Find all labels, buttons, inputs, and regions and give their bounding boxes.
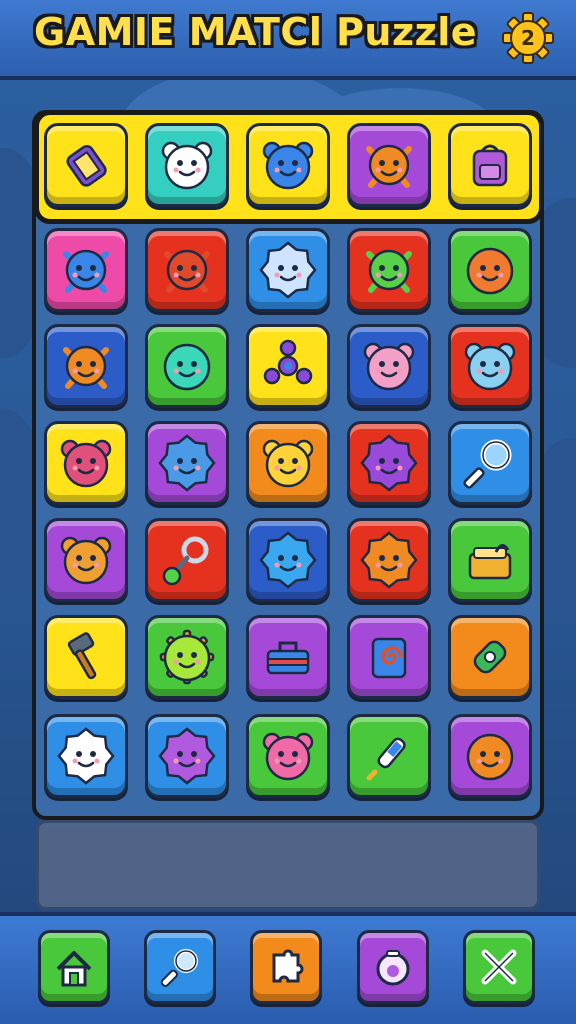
tile[interactable] <box>347 714 431 798</box>
tile[interactable] <box>44 518 128 602</box>
tile[interactable] <box>448 714 532 798</box>
tile[interactable] <box>145 421 229 505</box>
puzzle-icon <box>272 949 304 983</box>
pink-ball-icon <box>262 732 314 781</box>
tile[interactable] <box>246 518 330 602</box>
mushroom-icon <box>60 439 112 488</box>
hammer-icon <box>67 632 97 680</box>
tools-icon <box>481 949 517 985</box>
blue-sun-icon <box>259 531 317 589</box>
tile[interactable] <box>246 123 330 207</box>
green-bug-icon <box>366 249 412 293</box>
hamster-icon <box>161 141 213 190</box>
tile[interactable] <box>246 228 330 312</box>
pink-blob-icon <box>363 342 415 391</box>
blue-bug-icon <box>63 249 109 293</box>
spiky-blue-icon <box>158 434 216 492</box>
blue-cat-icon <box>262 141 314 190</box>
search-button[interactable] <box>144 930 216 1004</box>
tile[interactable] <box>44 123 128 207</box>
orange-lollipop-icon <box>63 345 109 389</box>
yellow-blob-icon <box>262 439 314 488</box>
tile[interactable] <box>44 421 128 505</box>
tile[interactable] <box>246 714 330 798</box>
book-icon <box>468 544 512 580</box>
magnifier-icon <box>463 439 512 489</box>
orange-sun-icon <box>360 531 418 589</box>
fidget-spinner-icon <box>263 339 313 385</box>
tile[interactable] <box>448 518 532 602</box>
tile[interactable] <box>448 421 532 505</box>
collection-tray <box>36 820 540 910</box>
lantern-icon <box>66 144 107 187</box>
home-button[interactable] <box>38 930 110 1004</box>
puzzle-button[interactable] <box>250 930 322 1004</box>
tile[interactable] <box>448 228 532 312</box>
bottom-nav-bar <box>0 912 576 1024</box>
spiral-box-icon <box>371 637 407 679</box>
white-flower-icon <box>57 727 115 785</box>
bottle-icon <box>473 640 507 674</box>
tile[interactable] <box>145 518 229 602</box>
home-icon <box>56 951 92 987</box>
octopus-icon <box>164 249 210 293</box>
magnifier-icon <box>160 949 198 987</box>
blue-bear-icon <box>464 342 516 391</box>
tile[interactable] <box>44 228 128 312</box>
tile[interactable] <box>145 228 229 312</box>
tools-button[interactable] <box>463 930 535 1004</box>
purple-flower-icon <box>158 727 216 785</box>
tile[interactable] <box>44 714 128 798</box>
tile[interactable] <box>44 324 128 408</box>
tile[interactable] <box>145 123 229 207</box>
tile[interactable] <box>347 421 431 505</box>
tile[interactable] <box>145 714 229 798</box>
tile[interactable] <box>347 518 431 602</box>
fluffball-icon <box>259 241 317 299</box>
top-header: GAMIE MATCl Puzzle 2 <box>0 0 576 80</box>
tile[interactable] <box>246 421 330 505</box>
tile[interactable] <box>44 615 128 699</box>
fish-bowl-icon <box>376 950 410 986</box>
tile[interactable] <box>347 228 431 312</box>
tile[interactable] <box>347 324 431 408</box>
syringe-icon <box>366 737 406 781</box>
orange-fish-icon <box>466 733 514 781</box>
gear-face-icon <box>159 629 215 685</box>
tile[interactable] <box>145 324 229 408</box>
tile[interactable] <box>246 615 330 699</box>
teal-blob-icon <box>163 343 211 391</box>
toolbox-icon <box>266 641 310 675</box>
settings-badge: 2 <box>521 26 535 50</box>
tile[interactable] <box>246 324 330 408</box>
tile[interactable] <box>145 615 229 699</box>
tile[interactable] <box>448 324 532 408</box>
tile[interactable] <box>448 615 532 699</box>
purple-bug-icon <box>360 434 418 492</box>
orange-critter-icon <box>366 144 412 188</box>
tile[interactable] <box>347 123 431 207</box>
tile[interactable] <box>347 615 431 699</box>
orange-fish-icon <box>466 247 514 295</box>
backpack-icon <box>472 144 508 187</box>
settings-button[interactable]: 2 <box>502 12 554 64</box>
hint-button[interactable] <box>357 930 429 1004</box>
tile[interactable] <box>448 123 532 207</box>
orange-bear-icon <box>60 536 112 585</box>
game-title: GAMIE MATCl Puzzle <box>34 10 478 54</box>
green-key-icon <box>162 536 209 586</box>
